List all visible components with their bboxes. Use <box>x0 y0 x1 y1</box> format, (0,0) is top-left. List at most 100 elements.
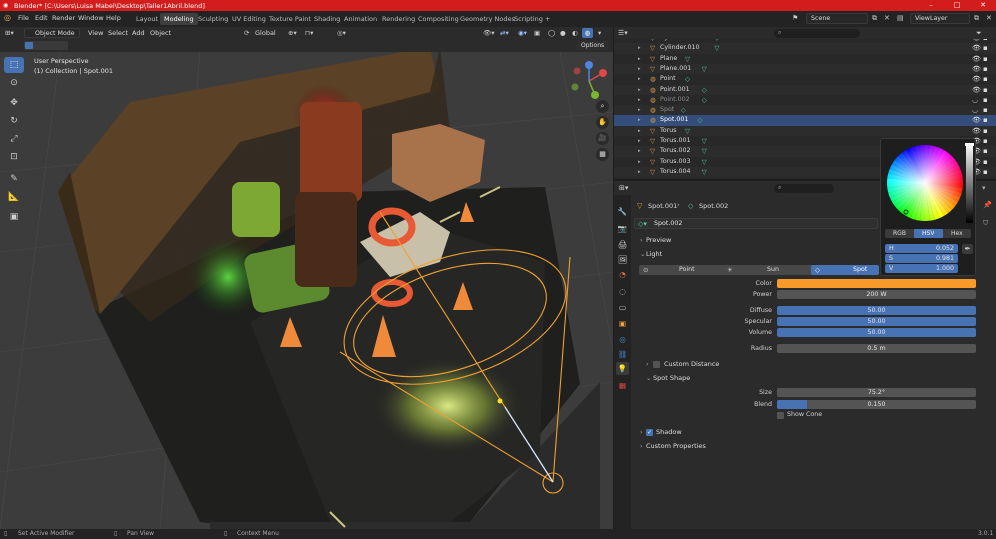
select-new-icon[interactable] <box>25 42 33 49</box>
world-tab-icon[interactable]: ◌ <box>616 285 629 298</box>
properties-search[interactable]: ⌕ <box>774 184 834 193</box>
menu-edit[interactable]: Edit <box>35 14 48 22</box>
output-tab-icon[interactable]: 🖨 <box>616 238 629 251</box>
outliner-row[interactable]: ▸ ▽ Plane 👁 ▪ ▽ <box>614 54 996 64</box>
gizmo-icon[interactable]: ⇄▾ <box>500 28 509 38</box>
outliner-row[interactable]: ▸ ▽ Plane.001 👁 ▪ ▽ <box>614 63 996 75</box>
add-workspace-button[interactable]: + <box>541 13 554 25</box>
expand-arrow-icon[interactable]: ▸ <box>638 115 641 125</box>
delete-view-layer-icon[interactable]: ✕ <box>986 14 992 22</box>
texture-tab-icon[interactable]: ▦ <box>616 379 629 392</box>
expand-arrow-icon[interactable]: ▸ <box>638 146 641 156</box>
camera-render-icon[interactable]: ▪ <box>983 146 988 156</box>
expand-arrow-icon[interactable]: ▸ <box>638 105 641 115</box>
eye-icon[interactable]: 👁 <box>972 64 981 74</box>
overlay-icon[interactable]: ◉▾ <box>518 28 527 38</box>
ortho-grid-icon[interactable]: ▦ <box>596 148 609 161</box>
menu-help[interactable]: Help <box>106 14 121 22</box>
hidden-icon[interactable]: ◡ <box>972 105 978 115</box>
volume-field[interactable]: 50.00 <box>777 328 976 337</box>
camera-render-icon[interactable]: ▪ <box>983 105 988 115</box>
expand-arrow-icon[interactable]: ▸ <box>638 43 641 53</box>
outliner-search[interactable]: ⌕ <box>774 29 860 38</box>
rotate-tool-icon[interactable]: ↻ <box>4 113 24 129</box>
expand-arrow-icon[interactable]: ▸ <box>638 64 641 74</box>
pin-icon[interactable]: 📌 <box>983 201 992 209</box>
add-cube-tool-icon[interactable]: ▣ <box>4 209 24 225</box>
select-mode-buttons[interactable] <box>24 41 68 50</box>
light-data-tab-icon[interactable]: 💡 <box>616 362 629 375</box>
custom-distance-checkbox[interactable] <box>653 361 660 368</box>
proportional-edit-icon[interactable]: ◎▾ <box>337 28 346 38</box>
select-box-tool-icon[interactable]: ⬚ <box>4 57 24 73</box>
view-layer-selector[interactable]: ViewLayer <box>910 13 970 24</box>
editor-type-icon[interactable]: ⊞▾ <box>5 28 14 38</box>
spot-blend-field[interactable]: 0.150 <box>777 400 976 409</box>
view-layer-tab-icon[interactable]: 🖼 <box>616 253 629 266</box>
eye-icon[interactable]: 👁 <box>972 43 981 53</box>
transform-orientation-dropdown[interactable]: Global <box>255 28 276 38</box>
measure-tool-icon[interactable]: 📐 <box>4 189 24 205</box>
spot-shape-panel[interactable]: ⌄ Spot Shape <box>642 373 978 384</box>
camera-render-icon[interactable]: ▪ <box>983 115 988 125</box>
shadow-panel[interactable]: › ✓ Shadow <box>634 427 978 438</box>
camera-render-icon[interactable]: ▪ <box>983 167 988 177</box>
menu-render[interactable]: Render <box>52 14 75 22</box>
properties-editor-icon[interactable]: ⊞▾ <box>619 184 628 192</box>
eyedropper-icon[interactable]: ✒ <box>962 244 973 254</box>
rendered-shading-icon[interactable]: ◍ <box>582 28 593 38</box>
visibility-icon[interactable]: 👁▾ <box>483 28 495 38</box>
shading-options-icon[interactable]: ▾ <box>598 28 601 38</box>
camera-view-icon[interactable]: 🎥 <box>596 132 609 145</box>
saturation-field[interactable]: S 0.981 <box>885 254 958 263</box>
camera-render-icon[interactable]: ▪ <box>983 54 988 64</box>
options-button[interactable]: Options <box>577 41 608 50</box>
color-mode-hex[interactable]: Hex <box>951 230 963 237</box>
light-datablock-selector[interactable]: ◇▾ Spot.002 <box>634 218 878 229</box>
outliner-row[interactable]: ▸ ◍ Point 👁 ▪ ◇ <box>614 74 996 84</box>
menu-select[interactable]: Select <box>108 28 128 38</box>
hue-field[interactable]: H 0.052 <box>885 244 958 253</box>
eye-icon[interactable]: 👁 <box>972 115 981 125</box>
maximize-button[interactable]: □ <box>944 0 970 11</box>
annotate-tool-icon[interactable]: ✎ <box>4 171 24 187</box>
camera-render-icon[interactable]: ▪ <box>983 74 988 84</box>
new-scene-icon[interactable]: ⧉ <box>872 14 877 23</box>
close-button[interactable]: ✕ <box>970 0 996 11</box>
custom-distance-panel[interactable]: › Custom Distance <box>642 359 978 370</box>
radius-field[interactable]: 0.5 m <box>777 344 976 353</box>
tab-uv-editing[interactable]: UV Editing <box>228 13 270 25</box>
axis-gizmo[interactable] <box>569 61 609 101</box>
scene-selector[interactable]: Scene <box>806 13 868 24</box>
render-tab-icon[interactable]: 📷 <box>616 222 629 235</box>
eye-icon[interactable]: 👁 <box>972 126 981 136</box>
physics-tab-icon[interactable]: ◎ <box>616 333 629 346</box>
color-wheel[interactable] <box>885 143 965 223</box>
expand-arrow-icon[interactable]: ▸ <box>638 95 641 105</box>
light-type-point[interactable]: Point <box>679 266 695 273</box>
custom-properties-panel[interactable]: › Custom Properties <box>634 441 978 452</box>
camera-render-icon[interactable]: ▪ <box>983 136 988 146</box>
light-type-sun[interactable]: Sun <box>767 266 779 273</box>
new-view-layer-icon[interactable]: ⧉ <box>974 14 979 23</box>
camera-render-icon[interactable]: ▪ <box>983 157 988 167</box>
constraints-tab-icon[interactable]: ⛓ <box>616 348 629 361</box>
scene-tab-icon[interactable]: ◔ <box>616 268 629 281</box>
blender-menu-icon[interactable]: ◎ <box>4 13 11 22</box>
camera-render-icon[interactable]: ▪ <box>983 126 988 136</box>
collection-tab-icon[interactable]: ▭ <box>616 301 629 314</box>
color-mode-hsv-active[interactable]: HSV <box>914 229 943 238</box>
tab-animation[interactable]: Animation <box>340 13 381 25</box>
expand-arrow-icon[interactable]: ▸ <box>638 74 641 84</box>
expand-arrow-icon[interactable]: ▸ <box>638 54 641 64</box>
menu-view[interactable]: View <box>88 28 103 38</box>
scale-tool-icon[interactable]: ⤢ <box>4 131 24 147</box>
expand-arrow-icon[interactable]: ▸ <box>638 85 641 95</box>
minimize-button[interactable]: – <box>918 0 944 11</box>
spot-size-field[interactable]: 75.2° <box>777 388 976 397</box>
material-shading-icon[interactable]: ◐ <box>572 28 578 38</box>
mode-selector[interactable]: Object Mode <box>24 28 80 38</box>
solid-shading-icon[interactable]: ● <box>560 28 566 38</box>
pan-hand-icon[interactable]: ✋ <box>596 116 609 129</box>
show-cone-checkbox[interactable] <box>777 412 784 419</box>
